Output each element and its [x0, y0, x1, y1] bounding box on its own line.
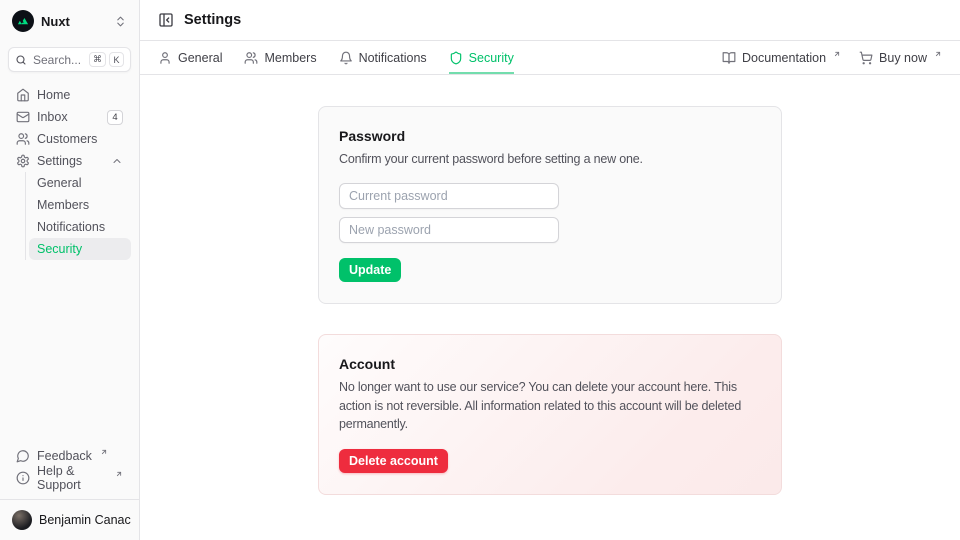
settings-submenu: General Members Notifications Security: [25, 172, 131, 260]
sidebar-item-label: Members: [37, 198, 89, 212]
action-label: Buy now: [879, 51, 927, 65]
search-kbd-shortcut: ⌘ K: [89, 52, 124, 67]
external-link-icon: [833, 50, 841, 58]
chevron-up-down-icon: [114, 15, 127, 28]
external-link-icon: [934, 50, 942, 58]
page-title: Settings: [184, 12, 241, 28]
user-icon: [158, 51, 172, 65]
sidebar-item-label: Customers: [37, 132, 97, 146]
inbox-icon: [16, 110, 30, 124]
avatar: [12, 510, 32, 530]
tab-label: Members: [264, 51, 316, 65]
card-description: No longer want to use our service? You c…: [339, 378, 761, 434]
sidebar-item-settings[interactable]: Settings: [8, 150, 131, 172]
card-description: Confirm your current password before set…: [339, 150, 761, 169]
kbd-k: K: [109, 52, 124, 67]
tab-label: General: [178, 51, 222, 65]
sidebar-item-label: Help & Support: [37, 464, 107, 492]
buy-now-link[interactable]: Buy now: [859, 51, 942, 65]
sidebar-item-label: Notifications: [37, 220, 105, 234]
sidebar-item-label: General: [37, 176, 81, 190]
cart-icon: [859, 51, 873, 65]
search-input[interactable]: Search... ⌘ K: [8, 47, 131, 72]
card-title: Account: [339, 356, 761, 372]
sidebar-main: Nuxt Search... ⌘ K: [0, 0, 139, 499]
password-card: Password Confirm your current password b…: [318, 106, 782, 304]
sidebar: Nuxt Search... ⌘ K: [0, 0, 140, 540]
main-panel: Settings General Members: [140, 0, 960, 540]
chevron-up-icon: [111, 155, 123, 167]
search-icon: [15, 54, 27, 66]
sidebar-item-customers[interactable]: Customers: [8, 128, 131, 150]
kbd-cmd: ⌘: [89, 52, 106, 67]
content-area: Password Confirm your current password b…: [140, 75, 960, 540]
sidebar-nav: Home Inbox 4 Customers: [8, 84, 131, 260]
users-icon: [16, 132, 30, 146]
sidebar-item-general[interactable]: General: [29, 172, 131, 194]
search-placeholder: Search...: [33, 53, 81, 67]
sidebar-item-inbox[interactable]: Inbox 4: [8, 106, 131, 128]
shield-icon: [449, 51, 463, 65]
sidebar-item-label: Inbox: [37, 110, 68, 124]
current-password-field[interactable]: [339, 183, 559, 209]
info-circle-icon: [16, 471, 30, 485]
tab-label: Notifications: [359, 51, 427, 65]
tab-security[interactable]: Security: [449, 41, 514, 74]
toolbar: General Members Notifications: [140, 41, 960, 75]
tab-label: Security: [469, 51, 514, 65]
sidebar-item-home[interactable]: Home: [8, 84, 131, 106]
page-header: Settings: [140, 0, 960, 41]
sidebar-item-label: Settings: [37, 154, 82, 168]
book-open-icon: [722, 51, 736, 65]
documentation-link[interactable]: Documentation: [722, 51, 841, 65]
home-icon: [16, 88, 30, 102]
users-icon: [244, 51, 258, 65]
sidebar-user-section: Benjamin Canac: [0, 499, 139, 540]
card-title: Password: [339, 128, 761, 144]
new-password-field[interactable]: [339, 217, 559, 243]
app-window: Nuxt Search... ⌘ K: [0, 0, 960, 540]
action-label: Documentation: [742, 51, 826, 65]
toolbar-actions: Documentation Buy now: [722, 41, 942, 74]
gear-icon: [16, 154, 30, 168]
sidebar-footer-links: Feedback Help & Support: [8, 445, 131, 491]
tab-general[interactable]: General: [158, 41, 222, 74]
account-card: Account No longer want to use our servic…: [318, 334, 782, 495]
team-switcher[interactable]: Nuxt: [8, 8, 131, 34]
team-name: Nuxt: [41, 14, 70, 29]
external-link-icon: [115, 470, 123, 478]
sidebar-item-security[interactable]: Security: [29, 238, 131, 260]
sidebar-item-members[interactable]: Members: [29, 194, 131, 216]
sidebar-item-label: Feedback: [37, 449, 92, 463]
user-menu[interactable]: Benjamin Canac: [8, 508, 131, 532]
collapse-sidebar-icon[interactable]: [158, 12, 174, 28]
user-name: Benjamin Canac: [39, 513, 131, 527]
sidebar-item-label: Security: [37, 242, 82, 256]
update-button[interactable]: Update: [339, 258, 401, 282]
nuxt-logo-icon: [12, 10, 34, 32]
sidebar-spacer: [8, 260, 131, 445]
tab-members[interactable]: Members: [244, 41, 316, 74]
external-link-icon: [100, 448, 108, 456]
sidebar-item-help-support[interactable]: Help & Support: [8, 467, 131, 489]
sidebar-item-label: Home: [37, 88, 70, 102]
tab-notifications[interactable]: Notifications: [339, 41, 427, 74]
tab-bar: General Members Notifications: [158, 41, 514, 74]
sidebar-item-notifications[interactable]: Notifications: [29, 216, 131, 238]
delete-account-button[interactable]: Delete account: [339, 449, 448, 473]
chat-bubble-icon: [16, 449, 30, 463]
inbox-count-badge: 4: [107, 110, 123, 125]
bell-icon: [339, 51, 353, 65]
